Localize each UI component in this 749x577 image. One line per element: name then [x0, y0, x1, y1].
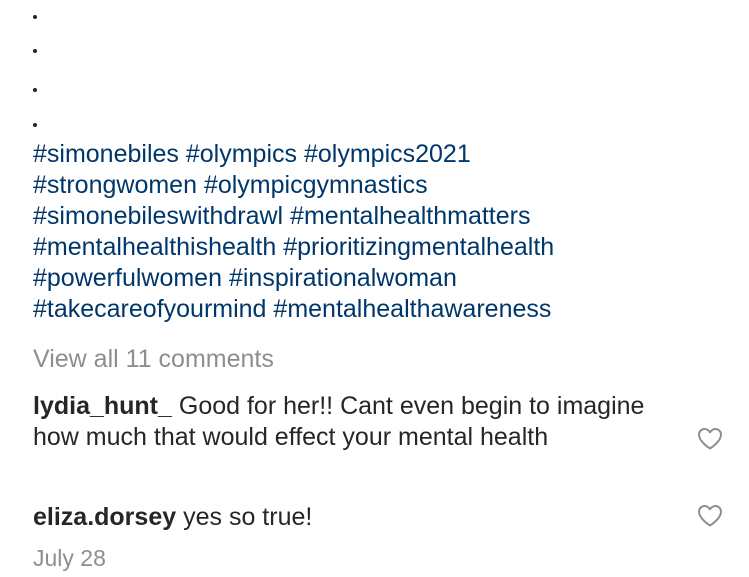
caption-dot — [33, 123, 37, 127]
hashtag-line: #powerfulwomen #inspirationalwoman — [33, 263, 733, 294]
caption-dot — [33, 15, 37, 19]
hashtag-link[interactable]: #mentalhealthmatters — [290, 202, 530, 230]
hashtag-link[interactable]: #strongwomen — [33, 171, 197, 199]
comment-item: lydia_hunt_ Good for her!! Cant even beg… — [33, 391, 673, 453]
hashtag-link[interactable]: #simonebileswithdrawl — [33, 202, 283, 230]
comment-username[interactable]: eliza.dorsey — [33, 503, 176, 531]
hashtag-link[interactable]: #inspirationalwoman — [229, 264, 457, 292]
hashtag-link[interactable]: #takecareofyourmind — [33, 295, 266, 323]
comment-username[interactable]: lydia_hunt_ — [33, 392, 172, 420]
comment-item: eliza.dorsey yes so true! — [33, 502, 673, 533]
hashtag-link[interactable]: #olympics — [186, 140, 297, 168]
hashtag-line: #simonebiles #olympics #olympics2021 — [33, 139, 733, 170]
hashtag-line: #strongwomen #olympicgymnastics — [33, 170, 733, 201]
hashtag-link[interactable]: #simonebiles — [33, 140, 179, 168]
hashtag-link[interactable]: #olympicgymnastics — [204, 171, 428, 199]
caption-dot — [33, 88, 37, 92]
caption-hashtags: #simonebiles #olympics #olympics2021 #st… — [33, 139, 733, 325]
caption-dot — [33, 49, 37, 53]
hashtag-line: #simonebileswithdrawl #mentalhealthmatte… — [33, 201, 733, 232]
heart-outline-icon[interactable] — [697, 427, 723, 451]
hashtag-line: #takecareofyourmind #mentalhealthawarene… — [33, 294, 733, 325]
hashtag-link[interactable]: #mentalhealthawareness — [273, 295, 551, 323]
comment-text: yes so true! — [183, 503, 313, 531]
hashtag-line: #mentalhealthishealth #prioritizingmenta… — [33, 232, 733, 263]
hashtag-link[interactable]: #olympics2021 — [304, 140, 471, 168]
hashtag-link[interactable]: #prioritizingmentalhealth — [283, 233, 554, 261]
heart-outline-icon[interactable] — [697, 504, 723, 528]
hashtag-link[interactable]: #powerfulwomen — [33, 264, 222, 292]
post-date: July 28 — [33, 545, 106, 571]
hashtag-link[interactable]: #mentalhealthishealth — [33, 233, 276, 261]
view-all-comments-link[interactable]: View all 11 comments — [33, 344, 274, 375]
